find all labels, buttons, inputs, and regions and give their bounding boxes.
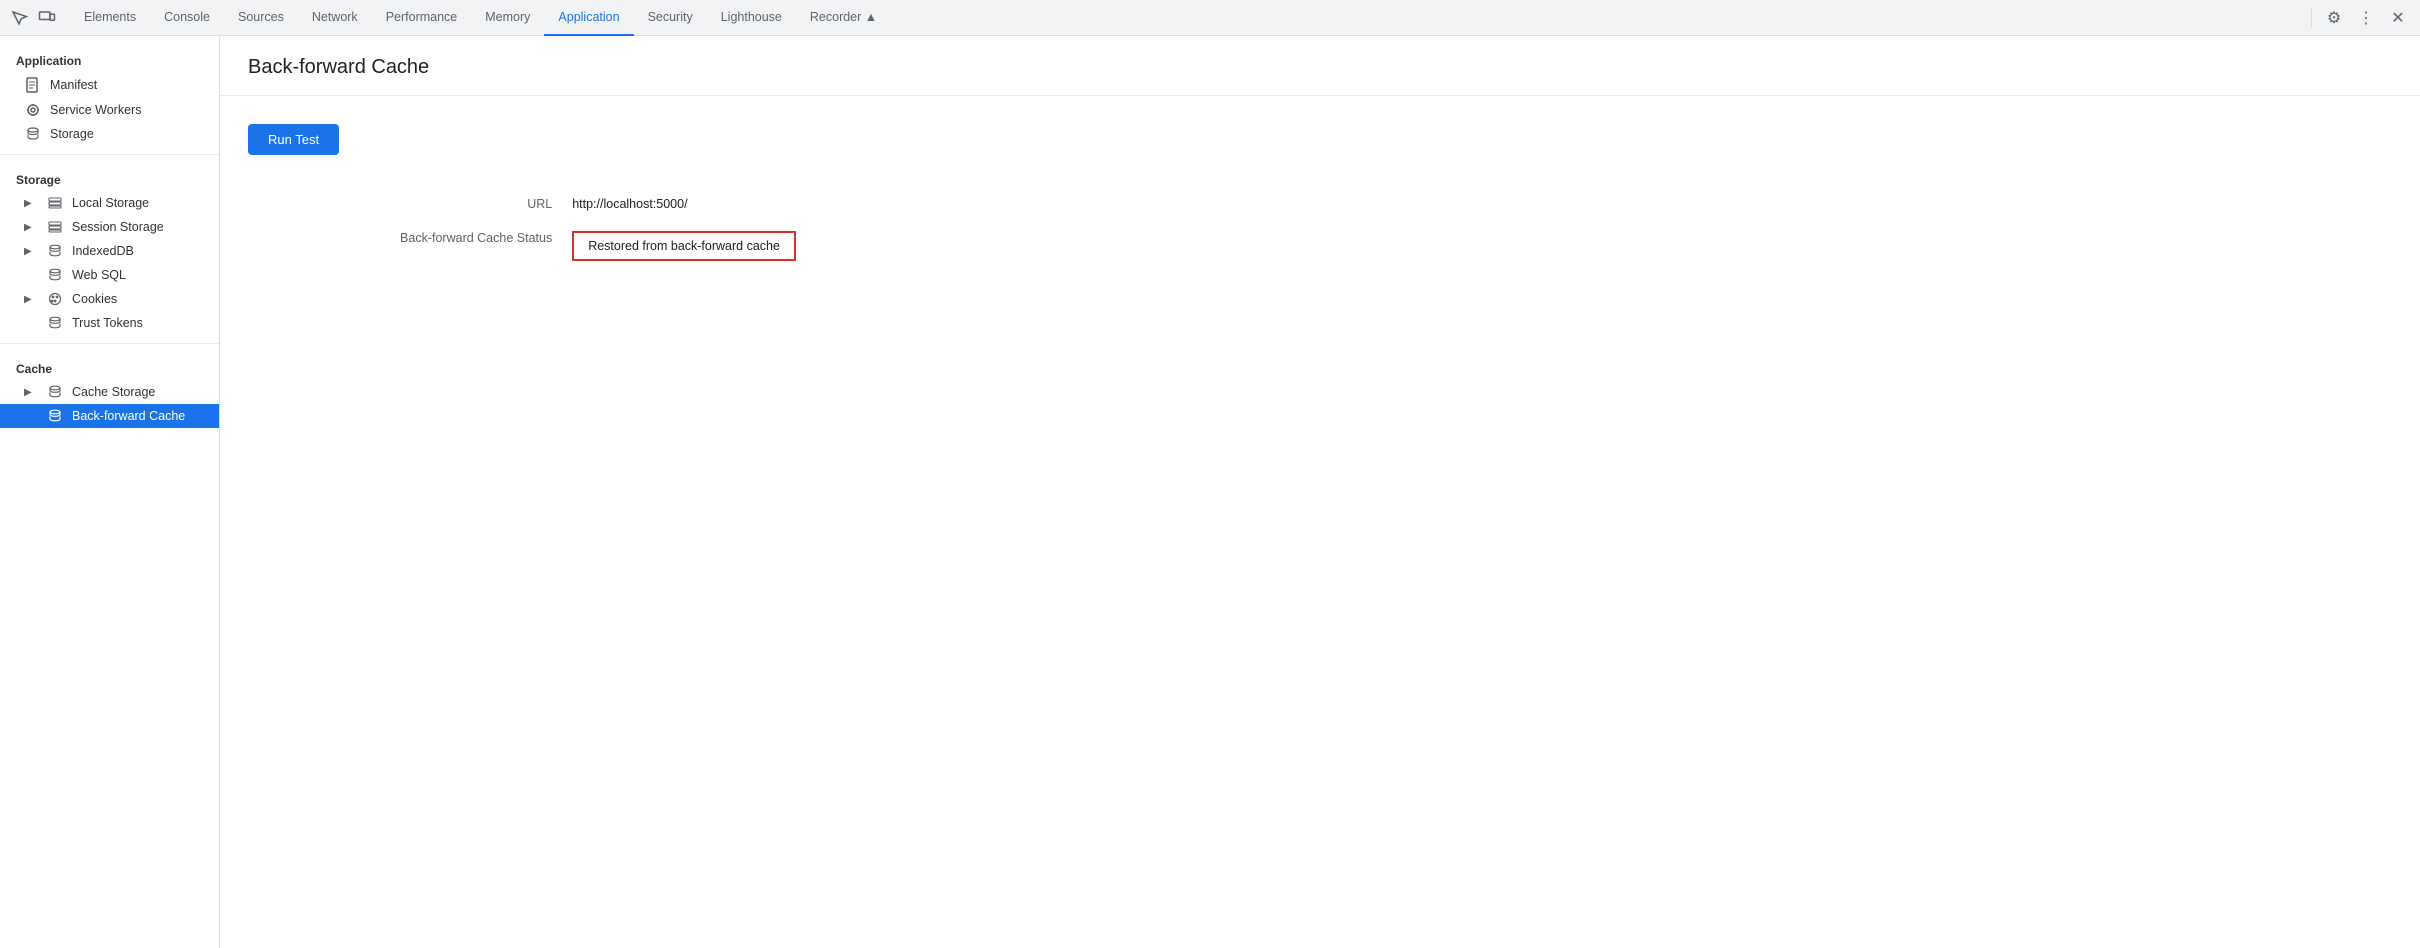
session-storage-label: Session Storage bbox=[72, 220, 164, 234]
tab-sources[interactable]: Sources bbox=[224, 0, 298, 36]
session-storage-icon bbox=[46, 221, 64, 233]
cursor-icon[interactable] bbox=[8, 7, 30, 29]
status-value: Restored from back-forward cache bbox=[572, 221, 948, 271]
chevron-right-icon: ▶ bbox=[24, 198, 38, 209]
content-header: Back-forward Cache bbox=[220, 36, 2420, 96]
back-forward-cache-label: Back-forward Cache bbox=[72, 409, 185, 423]
sidebar-item-web-sql[interactable]: ▶ Web SQL bbox=[0, 263, 219, 287]
tab-bar-right-controls: ⚙ ⋮ ✕ bbox=[2307, 4, 2412, 32]
page-title: Back-forward Cache bbox=[248, 56, 2392, 79]
url-value: http://localhost:5000/ bbox=[572, 187, 948, 221]
chevron-right-icon: ▶ bbox=[24, 294, 38, 305]
sidebar-item-trust-tokens[interactable]: ▶ Trust Tokens bbox=[0, 311, 219, 335]
tab-recorder[interactable]: Recorder ▲ bbox=[796, 0, 891, 36]
sidebar-item-cache-storage[interactable]: ▶ Cache Storage bbox=[0, 380, 219, 404]
service-workers-label: Service Workers bbox=[50, 103, 141, 117]
main-layout: Application Manifest bbox=[0, 36, 2420, 948]
trust-tokens-label: Trust Tokens bbox=[72, 316, 143, 330]
local-storage-label: Local Storage bbox=[72, 196, 149, 210]
sidebar-item-cookies[interactable]: ▶ Cookies bbox=[0, 287, 219, 311]
manifest-label: Manifest bbox=[50, 78, 97, 92]
indexeddb-icon bbox=[46, 244, 64, 258]
status-box: Restored from back-forward cache bbox=[572, 231, 796, 261]
sidebar-item-local-storage[interactable]: ▶ Local Storage bbox=[0, 191, 219, 215]
indexeddb-label: IndexedDB bbox=[72, 244, 134, 258]
settings-icon[interactable]: ⚙ bbox=[2320, 4, 2348, 32]
sidebar-item-session-storage[interactable]: ▶ Session Storage bbox=[0, 215, 219, 239]
tab-application[interactable]: Application bbox=[544, 0, 633, 36]
tab-memory[interactable]: Memory bbox=[471, 0, 544, 36]
back-forward-cache-icon bbox=[46, 409, 64, 423]
tab-performance[interactable]: Performance bbox=[372, 0, 472, 36]
more-options-icon[interactable]: ⋮ bbox=[2352, 4, 2380, 32]
trust-tokens-icon bbox=[46, 316, 64, 330]
divider bbox=[2311, 8, 2312, 28]
content-body: Run Test URL http://localhost:5000/ Back… bbox=[220, 96, 2420, 299]
chevron-right-icon: ▶ bbox=[24, 222, 38, 233]
tab-console[interactable]: Console bbox=[150, 0, 224, 36]
sidebar-item-indexeddb[interactable]: ▶ IndexedDB bbox=[0, 239, 219, 263]
device-toggle-icon[interactable] bbox=[36, 7, 58, 29]
sidebar-item-back-forward-cache[interactable]: ▶ Back-forward Cache bbox=[0, 404, 219, 428]
sidebar-divider-1 bbox=[0, 154, 219, 155]
sidebar-section-storage: Storage bbox=[0, 163, 219, 191]
status-label: Back-forward Cache Status bbox=[248, 221, 572, 271]
sidebar-section-application: Application bbox=[0, 44, 219, 72]
info-grid: URL http://localhost:5000/ Back-forward … bbox=[248, 187, 948, 271]
cookies-icon bbox=[46, 292, 64, 306]
sidebar-item-service-workers[interactable]: Service Workers bbox=[0, 98, 219, 122]
storage-label: Storage bbox=[50, 127, 94, 141]
chevron-right-icon: ▶ bbox=[24, 387, 38, 398]
sidebar-item-storage[interactable]: Storage bbox=[0, 122, 219, 146]
close-icon[interactable]: ✕ bbox=[2384, 4, 2412, 32]
tab-lighthouse[interactable]: Lighthouse bbox=[707, 0, 796, 36]
tab-security[interactable]: Security bbox=[634, 0, 707, 36]
run-test-button[interactable]: Run Test bbox=[248, 124, 339, 155]
manifest-icon bbox=[24, 77, 42, 93]
sidebar-divider-2 bbox=[0, 343, 219, 344]
chevron-right-icon: ▶ bbox=[24, 246, 38, 257]
devtools-left-icons bbox=[8, 7, 58, 29]
url-label: URL bbox=[248, 187, 572, 221]
cache-storage-icon bbox=[46, 385, 64, 399]
sidebar-section-cache: Cache bbox=[0, 352, 219, 380]
cache-storage-label: Cache Storage bbox=[72, 385, 155, 399]
tab-network[interactable]: Network bbox=[298, 0, 372, 36]
storage-icon bbox=[24, 127, 42, 141]
tab-elements[interactable]: Elements bbox=[70, 0, 150, 36]
sidebar: Application Manifest bbox=[0, 36, 220, 948]
service-workers-icon bbox=[24, 103, 42, 117]
web-sql-icon bbox=[46, 268, 64, 282]
sidebar-item-manifest[interactable]: Manifest bbox=[0, 72, 219, 98]
tab-bar: Elements Console Sources Network Perform… bbox=[0, 0, 2420, 36]
cookies-label: Cookies bbox=[72, 292, 117, 306]
content-area: Back-forward Cache Run Test URL http://l… bbox=[220, 36, 2420, 948]
local-storage-icon bbox=[46, 197, 64, 209]
web-sql-label: Web SQL bbox=[72, 268, 126, 282]
